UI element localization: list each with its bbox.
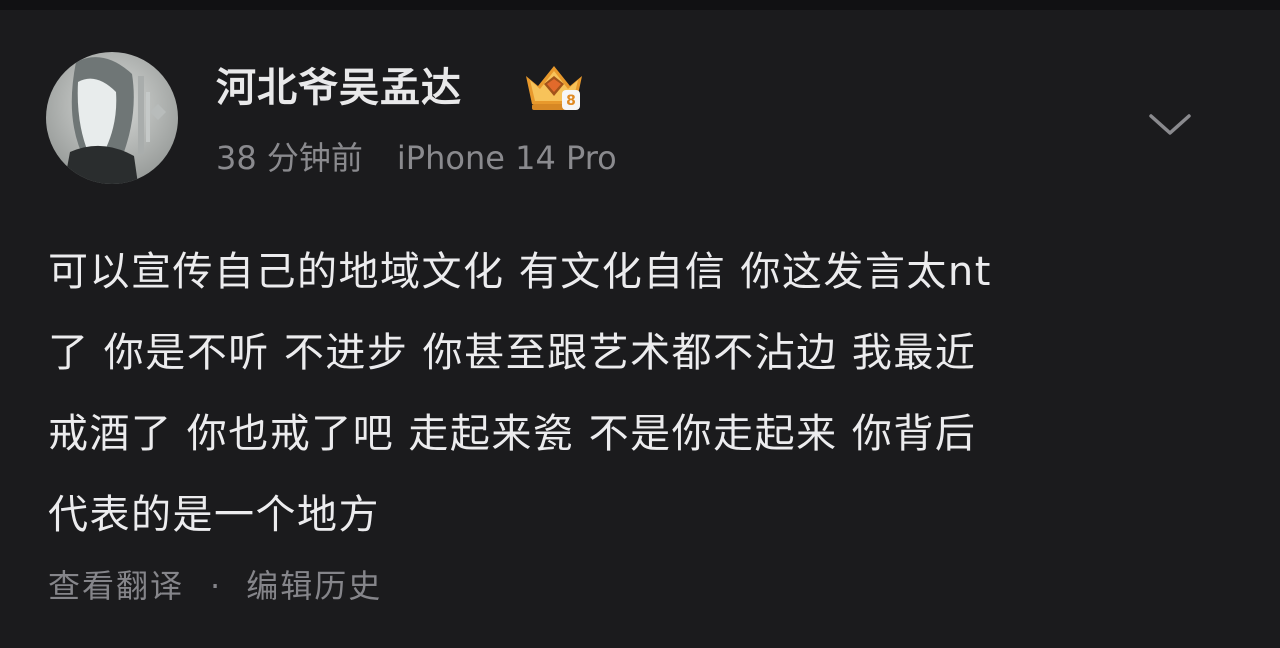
post-time: 38 分钟前 [216, 139, 363, 177]
post-meta: 38 分钟前 iPhone 14 Pro [216, 138, 617, 178]
edit-history-link[interactable]: 编辑历史 [246, 567, 382, 605]
top-strip [0, 0, 1280, 10]
view-translation-link[interactable]: 查看翻译 [48, 567, 184, 605]
post-actions: 查看翻译 · 编辑历史 [48, 566, 382, 606]
vip-crown-badge-icon[interactable]: 8 [522, 62, 586, 114]
chevron-down-icon [1149, 114, 1191, 135]
svg-text:8: 8 [566, 93, 576, 109]
user-avatar-icon [46, 52, 178, 184]
separator-dot: · [210, 567, 221, 605]
post-card: 河北爷吴孟达 8 38 分钟前 iPhone 14 Pro 可以宣传自己的地域文化… [0, 10, 1280, 648]
more-options-button[interactable] [1144, 102, 1196, 146]
author-name[interactable]: 河北爷吴孟达 [216, 62, 462, 114]
post-content: 可以宣传自己的地域文化 有文化自信 你这发言太nt 了 你是不听 不进步 你甚至跟… [48, 232, 1238, 556]
content-line: 可以宣传自己的地域文化 有文化自信 你这发言太nt [48, 249, 992, 295]
content-line: 了 你是不听 不进步 你甚至跟艺术都不沾边 我最近 [48, 330, 977, 376]
content-line: 代表的是一个地方 [48, 492, 380, 538]
post-device: iPhone 14 Pro [396, 139, 617, 177]
author-avatar[interactable] [46, 52, 178, 184]
content-line: 戒酒了 你也戒了吧 走起来瓷 不是你走起来 你背后 [48, 411, 977, 457]
